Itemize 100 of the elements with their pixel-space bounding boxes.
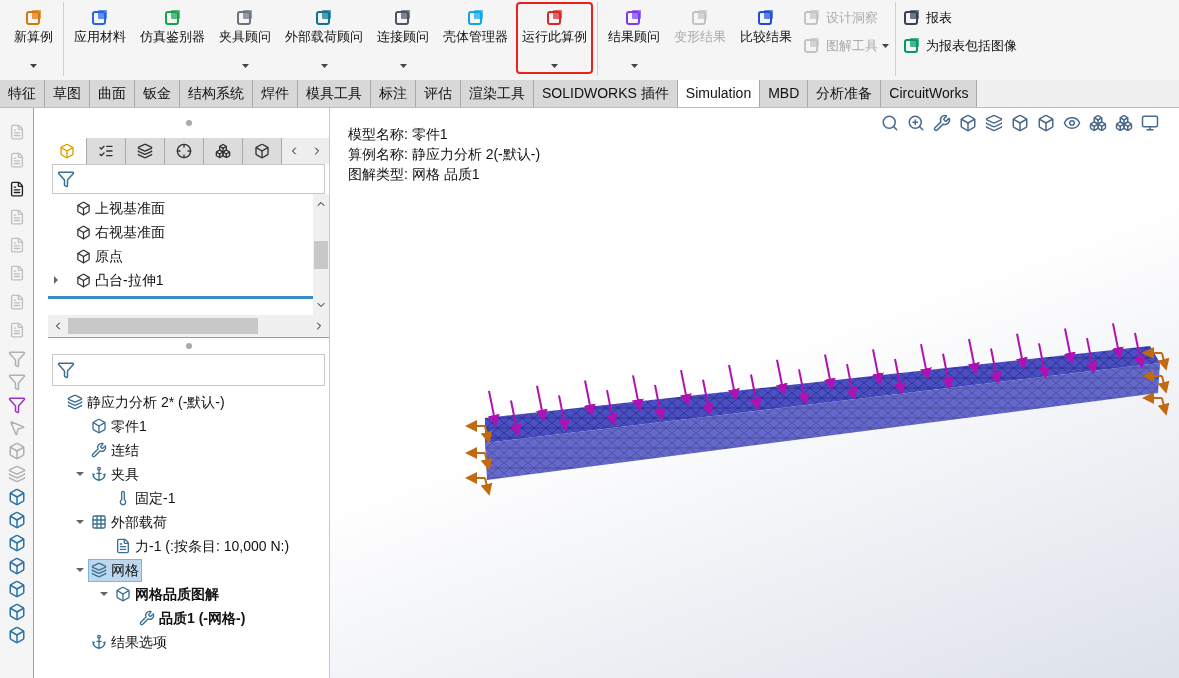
tab[interactable]: 结构系统 [180,80,253,107]
scrollbar-thumb[interactable] [68,318,258,334]
tab[interactable]: 分析准备 [808,80,882,107]
tree-item[interactable]: 夹具 [88,462,142,486]
view-tool-icon[interactable] [959,114,977,132]
scrollbar-thumb[interactable] [314,240,328,269]
tree-node-icon [91,418,107,434]
tree-item[interactable]: 力-1 (:按条目: 10,000 N:) [112,534,293,558]
expand-arrow-icon[interactable] [52,276,60,284]
caret-icon [399,64,407,68]
tool-icon [162,8,183,28]
splitter-grip-icon[interactable] [185,343,192,349]
ribbon-button[interactable]: 应用材料 [68,2,132,74]
cubes-icon [215,143,232,159]
selection-filter-icon[interactable] [7,488,26,506]
layers-icon [137,143,154,159]
panel-tab[interactable] [87,138,127,164]
tab[interactable]: 渲染工具 [461,80,534,107]
list-icon [98,143,115,159]
tab[interactable]: 钣金 [135,80,180,107]
collapse-arrow-icon[interactable] [76,470,84,478]
tree-item[interactable]: 零件1 [88,414,150,438]
view-tool-icon[interactable] [985,114,1003,132]
part-icon [59,143,75,159]
toolbar-button[interactable]: 为报表包括图像 [900,34,1019,58]
ribbon-button[interactable]: 新算例 [8,2,59,74]
selection-filter-icon[interactable] [7,534,26,552]
tree-node-icon [115,538,131,554]
tree-item[interactable]: 右视基准面 [64,221,165,243]
view-tool-icon[interactable] [1089,114,1107,132]
collapse-arrow-icon[interactable] [100,590,108,598]
ribbon-button[interactable]: 仿真鉴别器 [134,2,211,74]
ribbon-button[interactable]: 夹具顾问 [213,2,277,74]
selection-filter-icon[interactable] [7,603,26,621]
collapse-arrow-icon[interactable] [76,566,84,574]
ribbon-button[interactable]: 壳体管理器 [437,2,514,74]
tree-item[interactable]: 品质1 (-网格-) [136,606,249,630]
view-tool-icon[interactable] [1011,114,1029,132]
collapse-arrow-icon[interactable] [76,518,84,526]
tree-node-icon [76,224,91,240]
view-tool-icon[interactable] [1037,114,1055,132]
panel-tab[interactable] [165,138,205,164]
tree-item[interactable]: 网格 [88,558,142,582]
tab[interactable]: 特征 [0,80,45,107]
selection-filter-icon[interactable] [7,626,26,644]
ribbon-button[interactable]: 外部载荷顾问 [279,2,369,74]
tool-icon [756,8,776,28]
tab[interactable]: CircuitWorks [881,80,978,107]
filter-field[interactable] [52,354,325,386]
toolbar-button[interactable]: 报表 [900,6,1019,30]
caret-icon [241,64,249,68]
tab[interactable]: MBD [760,80,809,107]
tree-item[interactable]: 固定-1 [112,486,179,510]
ribbon-button[interactable]: 运行此算例 [516,2,593,74]
panel-tab[interactable] [204,138,244,164]
tab[interactable]: 曲面 [90,80,135,107]
tab[interactable]: SOLIDWORKS 插件 [534,80,678,107]
ribbon-button[interactable]: 连接顾问 [371,2,435,74]
tool-icon [393,8,413,28]
panel-tab[interactable] [126,138,166,164]
view-tool-icon[interactable] [933,114,951,132]
selection-filter-icon[interactable] [7,580,26,598]
tree-item[interactable]: 原点 [64,245,123,267]
ribbon-button[interactable]: 结果顾问 [602,2,666,74]
caret-icon [551,64,558,68]
model-info-text: 算例名称: 静应力分析 2(-默认-) [348,145,541,164]
tab[interactable]: 草图 [45,80,90,107]
tree-item[interactable]: 上视基准面 [64,197,165,219]
tab[interactable]: 模具工具 [298,80,371,107]
tree-item[interactable]: 连结 [88,438,142,462]
tree-item[interactable]: 凸台-拉伸1 [64,269,164,291]
caret-icon [630,64,638,68]
selection-filter-icon[interactable] [7,557,26,575]
view-tool-icon[interactable] [1141,114,1159,132]
filter-field[interactable] [52,164,325,194]
tool-icon [902,8,922,28]
tool-icon [802,36,822,56]
tool-icon [90,8,110,28]
tree-item[interactable]: 结果选项 [88,630,170,654]
tab[interactable]: 焊件 [253,80,298,107]
view-tool-icon[interactable] [1063,114,1081,132]
tree-item[interactable]: 网格品质图解 [112,582,222,606]
ribbon-button[interactable]: 比较结果 [734,2,798,74]
model-info-text: 图解类型: 网格 品质1 [348,165,481,184]
selection-filter-icon[interactable] [7,511,26,529]
filter-icon [57,170,75,188]
filter-icon[interactable] [7,396,26,414]
tab[interactable]: Simulation [677,80,761,107]
tab[interactable]: 评估 [416,80,461,107]
tree-item[interactable]: 静应力分析 2* (-默认-) [64,390,228,414]
view-tool-icon[interactable] [907,114,925,132]
tree-node-icon [76,200,91,216]
splitter-grip-icon[interactable] [185,120,192,126]
view-tool-icon[interactable] [1115,114,1133,132]
tool-icon [23,8,44,28]
tab[interactable]: 标注 [371,80,416,107]
tree-item[interactable]: 外部载荷 [88,510,170,534]
filter-icon [57,361,75,379]
panel-tab[interactable] [243,138,283,164]
view-tool-icon[interactable] [881,114,899,132]
